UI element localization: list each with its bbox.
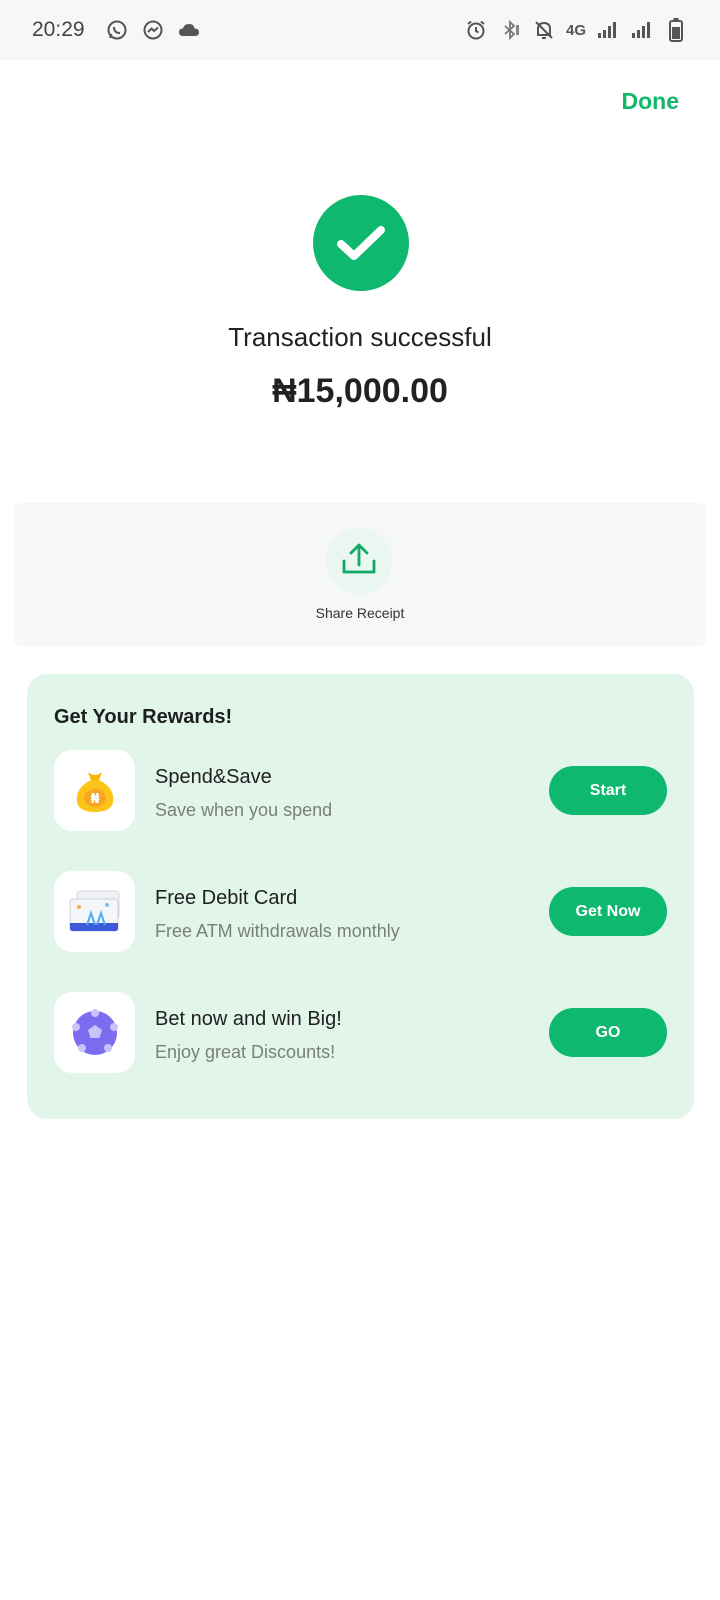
messenger-icon [141,18,165,42]
check-icon [313,195,409,291]
whatsapp-icon [105,18,129,42]
rewards-card: Get Your Rewards! ₦ Spend&Save Save when… [27,674,694,1119]
share-receipt-label: Share Receipt [315,605,405,621]
reward-item-free-debit-card: Free Debit Card Free ATM withdrawals mon… [54,871,667,952]
status-time: 20:29 [32,18,85,41]
svg-text:₦: ₦ [90,792,99,807]
reward-subtitle: Enjoy great Discounts! [155,1042,336,1062]
get-now-button[interactable]: Get Now [549,887,667,936]
reward-item-bet: Bet now and win Big! Enjoy great Discoun… [54,992,667,1073]
debit-card-icon [54,871,135,952]
soccer-ball-icon [54,992,135,1073]
upload-icon [341,541,377,582]
network-type: 4G [565,21,586,39]
share-receipt-button[interactable] [326,528,392,594]
status-bar-left: 20:29 [32,18,201,42]
signal-icon [630,18,654,42]
signal-icon [596,18,620,42]
cloud-icon [177,18,201,42]
reward-item-spend-save: ₦ Spend&Save Save when you spend Start [54,750,667,831]
rewards-title: Get Your Rewards! [54,706,233,728]
alarm-icon [464,18,488,42]
status-bar-right: 4G [464,18,688,42]
transaction-status-title: Transaction successful [228,322,492,352]
status-bar: 20:29 4G [0,0,720,60]
transaction-amount: ₦15,000.00 [272,372,448,410]
reward-title: Spend&Save [155,766,272,788]
reward-title: Bet now and win Big! [155,1008,342,1030]
money-bag-icon: ₦ [54,750,135,831]
done-button[interactable]: Done [622,88,680,115]
reward-subtitle: Free ATM withdrawals monthly [155,921,400,941]
go-button[interactable]: GO [549,1008,667,1057]
reward-subtitle: Save when you spend [155,800,333,820]
mute-icon [532,18,556,42]
bluetooth-icon [498,18,522,42]
reward-title: Free Debit Card [155,887,298,909]
start-button[interactable]: Start [549,766,667,815]
battery-icon [664,18,688,42]
